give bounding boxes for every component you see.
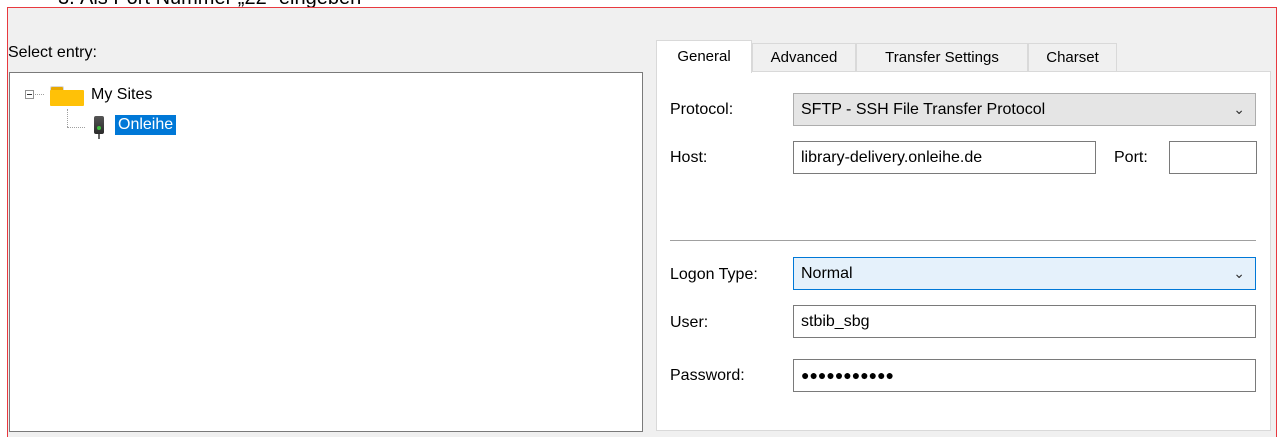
- tree-connector: [67, 127, 85, 128]
- tab-charset[interactable]: Charset: [1028, 43, 1117, 72]
- password-label: Password:: [670, 367, 745, 384]
- logon-type-value: Normal: [801, 265, 853, 282]
- password-input[interactable]: ●●●●●●●●●●●: [793, 359, 1256, 392]
- chevron-down-icon: ⌄: [1233, 101, 1245, 117]
- port-label: Port:: [1114, 149, 1148, 166]
- host-label: Host:: [670, 149, 708, 166]
- protocol-value: SFTP - SSH File Transfer Protocol: [801, 101, 1046, 118]
- protocol-select[interactable]: SFTP - SSH File Transfer Protocol ⌄: [793, 93, 1256, 126]
- logon-type-label: Logon Type:: [670, 266, 758, 283]
- tree-connector: [67, 109, 68, 127]
- user-input[interactable]: stbib_sbg: [793, 305, 1256, 338]
- site-tree[interactable]: My Sites Onleihe: [9, 72, 643, 432]
- server-icon: [93, 116, 105, 141]
- chevron-down-icon: ⌄: [1233, 265, 1245, 281]
- tab-transfer-settings[interactable]: Transfer Settings: [856, 43, 1028, 72]
- logon-type-select[interactable]: Normal ⌄: [793, 257, 1256, 290]
- tree-item-my-sites[interactable]: My Sites: [91, 86, 152, 104]
- minus-box-icon[interactable]: [25, 90, 34, 99]
- tab-general[interactable]: General: [656, 40, 752, 73]
- tree-item-onleihe[interactable]: Onleihe: [115, 115, 177, 135]
- tab-advanced[interactable]: Advanced: [752, 43, 856, 72]
- user-value: stbib_sbg: [801, 313, 870, 330]
- host-input[interactable]: library-delivery.onleihe.de: [793, 141, 1096, 174]
- user-label: User:: [670, 314, 709, 331]
- separator: [670, 240, 1256, 241]
- select-entry-label: Select entry:: [8, 44, 97, 61]
- tree-connector: [35, 94, 44, 95]
- host-value: library-delivery.onleihe.de: [801, 149, 983, 166]
- protocol-label: Protocol:: [670, 101, 734, 118]
- port-input[interactable]: [1169, 141, 1257, 174]
- password-value: ●●●●●●●●●●●: [801, 367, 895, 383]
- folder-icon: [50, 86, 84, 106]
